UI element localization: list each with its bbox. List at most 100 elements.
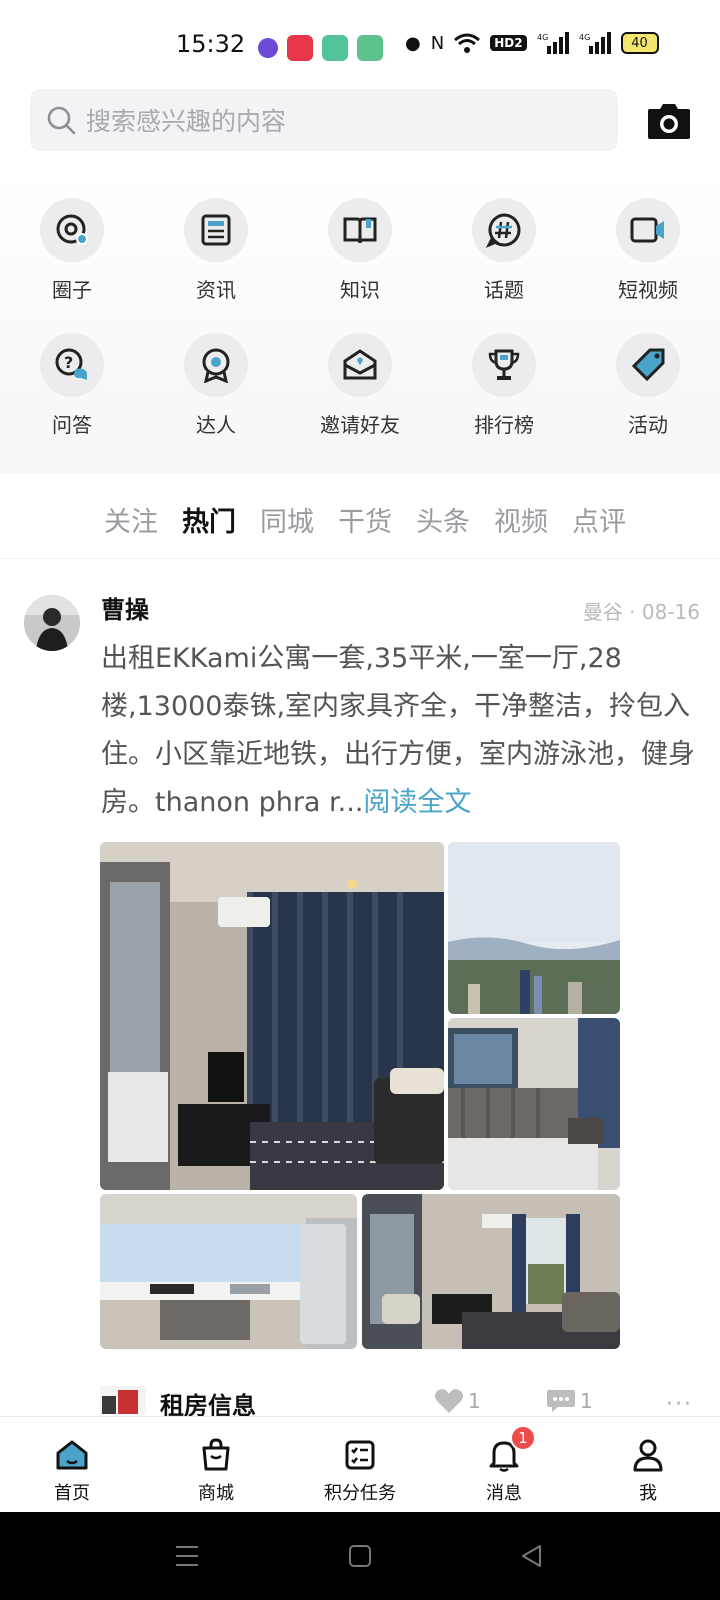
more-options-button[interactable]: ···	[666, 1392, 693, 1417]
divider	[0, 558, 720, 559]
comment-button[interactable]: 1	[546, 1388, 593, 1414]
post-photo[interactable]	[448, 842, 620, 1014]
qn-label: 活动	[628, 413, 668, 437]
status-time: 15:32	[176, 30, 246, 58]
nav-me[interactable]: 我	[576, 1435, 720, 1505]
nav-points-tasks[interactable]: 积分任务	[288, 1435, 432, 1505]
feed-tabs: 关注 热门 同城 干货 头条 视频 点评	[104, 500, 632, 540]
search-input[interactable]: 搜索感兴趣的内容	[30, 89, 618, 151]
nfc-icon: N	[430, 32, 445, 54]
nav-mall[interactable]: 商城	[144, 1435, 288, 1505]
qn-label: 知识	[340, 278, 380, 302]
bn-label: 消息	[486, 1483, 522, 1504]
status-bar: 15:32 ● N HD2 4G 4G 40	[0, 0, 720, 96]
quick-nav-item-knowledge[interactable]: 知识	[288, 198, 432, 303]
nav-home[interactable]: 首页	[0, 1435, 144, 1505]
photo-bedroom	[448, 1018, 620, 1190]
bn-label: 商城	[198, 1483, 234, 1504]
post-photo[interactable]	[100, 842, 444, 1190]
wifi-icon	[454, 33, 481, 53]
photo-city-view	[448, 842, 620, 1014]
status-indicators: ● N HD2 4G 4G 40	[405, 32, 659, 54]
person-icon	[633, 1439, 663, 1472]
qn-icon-bg	[328, 333, 392, 397]
tab-local[interactable]: 同城	[260, 500, 314, 540]
qn-icon-bg	[616, 198, 680, 262]
qn-icon-bg	[472, 333, 536, 397]
svg-text:4G: 4G	[579, 33, 590, 42]
tab-video[interactable]: 视频	[494, 500, 548, 540]
quick-nav-item-short-video[interactable]: 短视频	[576, 198, 720, 303]
quick-nav-item-ranking[interactable]: 排行榜	[432, 333, 576, 438]
qn-label: 达人	[196, 413, 236, 437]
battery-icon: 40	[620, 32, 659, 54]
svg-text:?: ?	[64, 353, 73, 372]
qn-icon-bg	[184, 333, 248, 397]
tag-icon	[631, 348, 665, 382]
menu-icon[interactable]	[174, 1544, 200, 1568]
quick-nav-item-experts[interactable]: 达人	[144, 333, 288, 438]
hd-voice-badge: HD2	[490, 35, 527, 51]
app-notification-icon	[357, 35, 383, 61]
comment-count: 1	[580, 1389, 593, 1413]
tab-reviews[interactable]: 点评	[572, 500, 626, 540]
bn-icon-wrap	[628, 1435, 668, 1475]
post-body[interactable]: 出租EKKami公寓一套,35平米,一室一厅,28楼,13000泰铢,室内家具齐…	[101, 635, 706, 827]
quick-nav: 圈子 资讯 知识 话题 短视频 ? 问答 达人 邀请好友 排行榜 活动	[0, 175, 720, 473]
question-chat-icon: ?	[55, 348, 87, 380]
home-square-icon[interactable]	[348, 1544, 372, 1568]
bn-label: 我	[639, 1483, 657, 1504]
bn-icon-wrap	[52, 1435, 92, 1475]
signal-icon: 4G	[579, 32, 611, 54]
like-count: 1	[468, 1389, 481, 1413]
bn-label: 首页	[54, 1483, 90, 1504]
rent-logo-icon	[100, 1386, 146, 1414]
home-icon	[56, 1440, 88, 1470]
next-post-avatar[interactable]	[100, 1386, 146, 1414]
post-photo[interactable]	[448, 1018, 620, 1190]
qn-label: 邀请好友	[320, 413, 400, 437]
qn-icon-bg	[328, 198, 392, 262]
bn-icon-wrap: 1	[484, 1425, 536, 1475]
avatar[interactable]	[24, 595, 80, 651]
tab-following[interactable]: 关注	[104, 500, 158, 540]
quick-nav-item-news[interactable]: 资讯	[144, 198, 288, 303]
circle-at-icon	[56, 214, 88, 245]
video-camera-icon	[630, 217, 664, 243]
search-icon	[47, 106, 76, 135]
post-author[interactable]: 曹操	[101, 590, 149, 625]
qn-icon-bg	[472, 198, 536, 262]
tab-hot[interactable]: 热门	[182, 500, 236, 540]
back-icon[interactable]	[520, 1544, 544, 1568]
post-photo[interactable]	[100, 1194, 357, 1349]
book-icon	[343, 217, 377, 244]
read-more-link[interactable]: 阅读全文	[363, 787, 471, 818]
like-button[interactable]: 1	[434, 1388, 481, 1414]
photo-living-room	[100, 842, 444, 1190]
signal-icon: 4G	[537, 32, 569, 54]
comment-icon	[547, 1390, 575, 1412]
bn-label: 积分任务	[324, 1483, 396, 1504]
task-list-icon	[345, 1440, 375, 1470]
heart-icon	[434, 1389, 464, 1413]
qn-icon-bg	[40, 198, 104, 262]
quick-nav-item-topics[interactable]: 话题	[432, 198, 576, 303]
app-notification-icon	[322, 35, 348, 61]
dot-icon: ●	[405, 32, 421, 54]
avatar-image	[24, 595, 80, 651]
quick-nav-item-events[interactable]: 活动	[576, 333, 720, 438]
bn-icon-wrap	[196, 1435, 236, 1475]
camera-button[interactable]	[646, 101, 692, 141]
quick-nav-item-invite[interactable]: 邀请好友	[288, 333, 432, 438]
photo-living-room-view	[362, 1194, 620, 1349]
post-photo[interactable]	[362, 1194, 620, 1349]
qn-label: 话题	[484, 278, 524, 302]
quick-nav-item-circle[interactable]: 圈子	[0, 198, 144, 303]
nav-messages[interactable]: 1 消息	[432, 1425, 576, 1505]
search-placeholder: 搜索感兴趣的内容	[86, 107, 287, 136]
quick-nav-item-qa[interactable]: ? 问答	[0, 333, 144, 438]
news-icon	[201, 214, 231, 246]
tab-tips[interactable]: 干货	[338, 500, 392, 540]
qn-label: 排行榜	[474, 413, 534, 437]
tab-headlines[interactable]: 头条	[416, 500, 470, 540]
